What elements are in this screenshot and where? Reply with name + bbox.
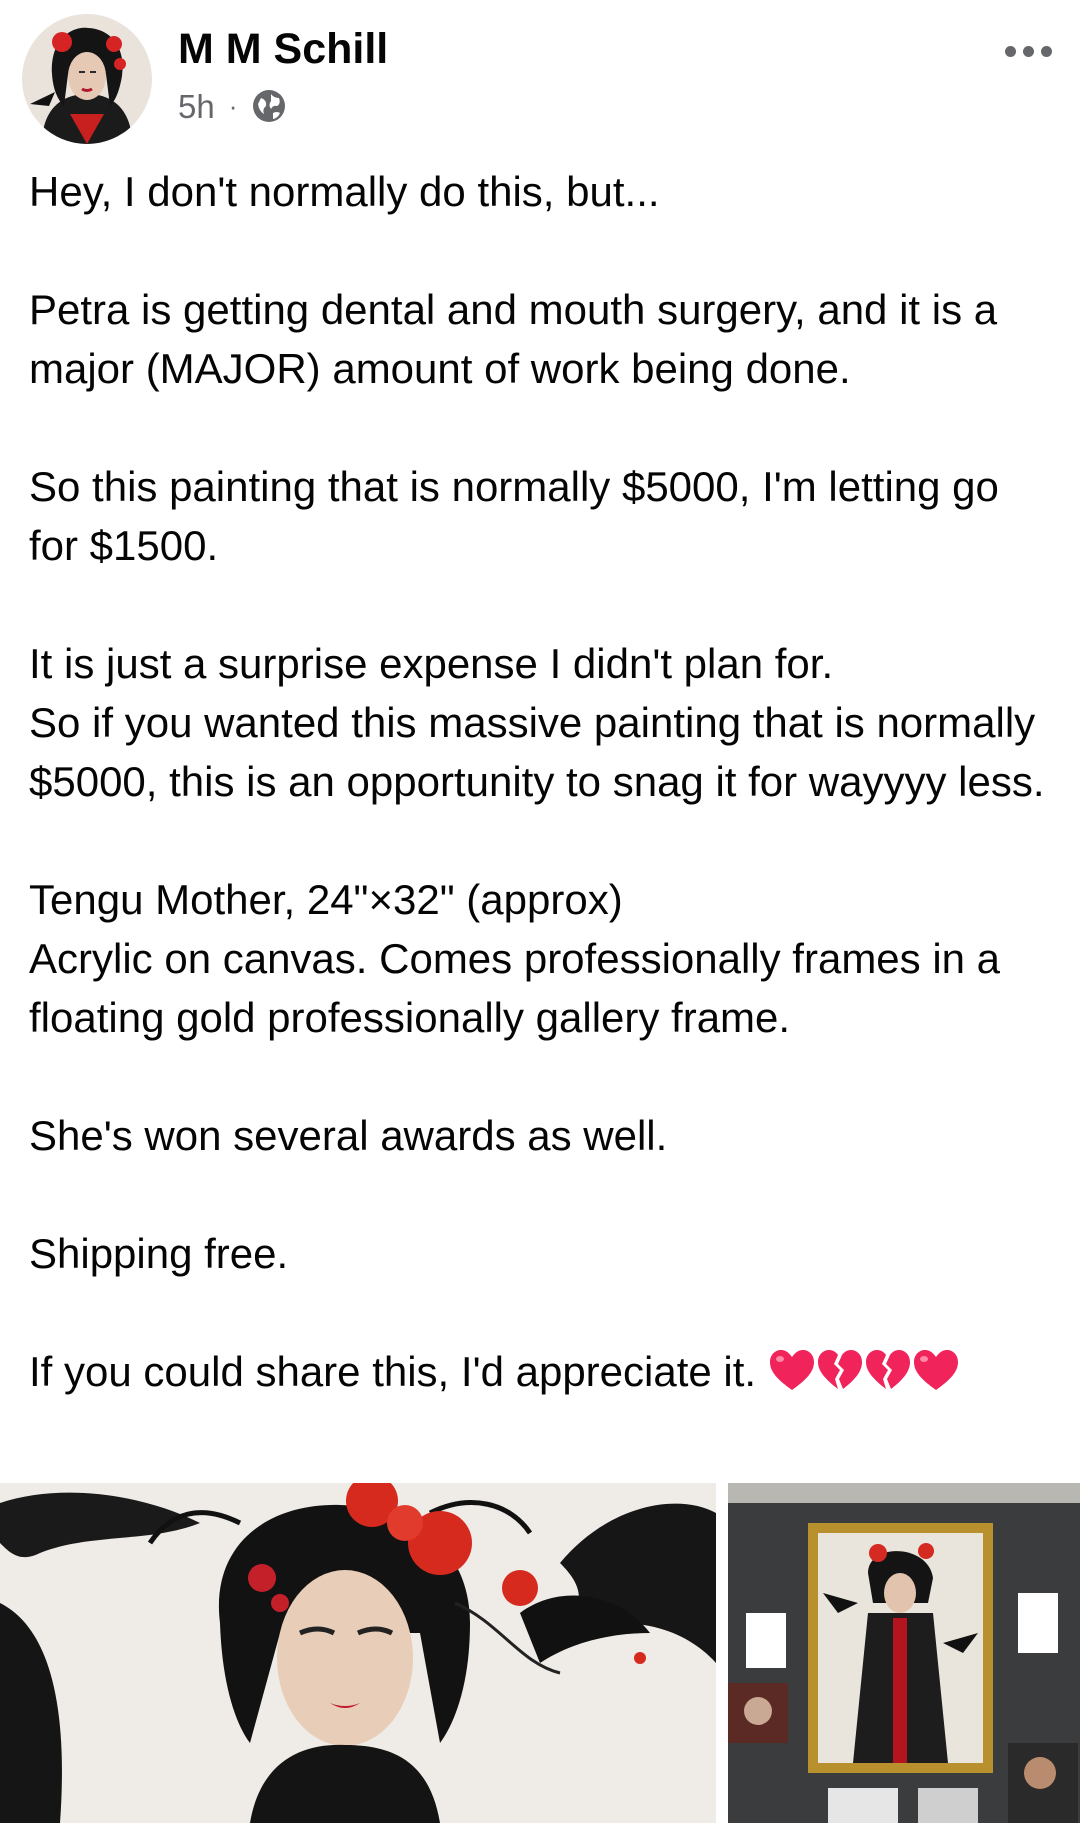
- more-dot: [1023, 46, 1034, 57]
- post-paragraph: Tengu Mother, 24"×32" (approx): [29, 876, 623, 923]
- closing-text: If you could share this, I'd appreciate …: [29, 1348, 757, 1395]
- post-paragraph: She's won several awards as well.: [29, 1112, 668, 1159]
- more-options-button[interactable]: [997, 38, 1060, 65]
- post-paragraph: So if you wanted this massive painting t…: [29, 699, 1045, 805]
- post-paragraph: So this painting that is normally $5000,…: [29, 463, 999, 569]
- post-body: Hey, I don't normally do this, but... Pe…: [29, 162, 1059, 1407]
- globe-icon: [253, 90, 286, 122]
- post-paragraph: Acrylic on canvas. Comes professionally …: [29, 935, 1001, 1041]
- meta-separator: ·: [228, 91, 238, 121]
- post-header: M M Schill 5h ·: [0, 0, 1080, 150]
- more-dot: [1005, 46, 1016, 57]
- author-name[interactable]: M M Schill: [178, 28, 388, 71]
- painting-photo-main[interactable]: [0, 1483, 716, 1823]
- more-dot: [1041, 46, 1052, 57]
- post-paragraph: Shipping free.: [29, 1230, 289, 1277]
- broken-heart-icon: [864, 1348, 912, 1407]
- author-avatar[interactable]: [22, 14, 152, 144]
- broken-heart-icon: [816, 1348, 864, 1407]
- painting-photo-gallery[interactable]: [728, 1483, 1080, 1823]
- post-paragraph: Petra is getting dental and mouth surger…: [29, 286, 998, 392]
- post-meta: 5h ·: [178, 88, 287, 124]
- post-paragraph: Hey, I don't normally do this, but...: [29, 168, 660, 215]
- red-heart-icon: [768, 1348, 816, 1407]
- red-heart-icon: [912, 1348, 960, 1407]
- post-paragraph-last: If you could share this, I'd appreciate …: [29, 1342, 1059, 1407]
- post-time[interactable]: 5h: [178, 90, 215, 123]
- post-paragraph: It is just a surprise expense I didn't p…: [29, 640, 834, 687]
